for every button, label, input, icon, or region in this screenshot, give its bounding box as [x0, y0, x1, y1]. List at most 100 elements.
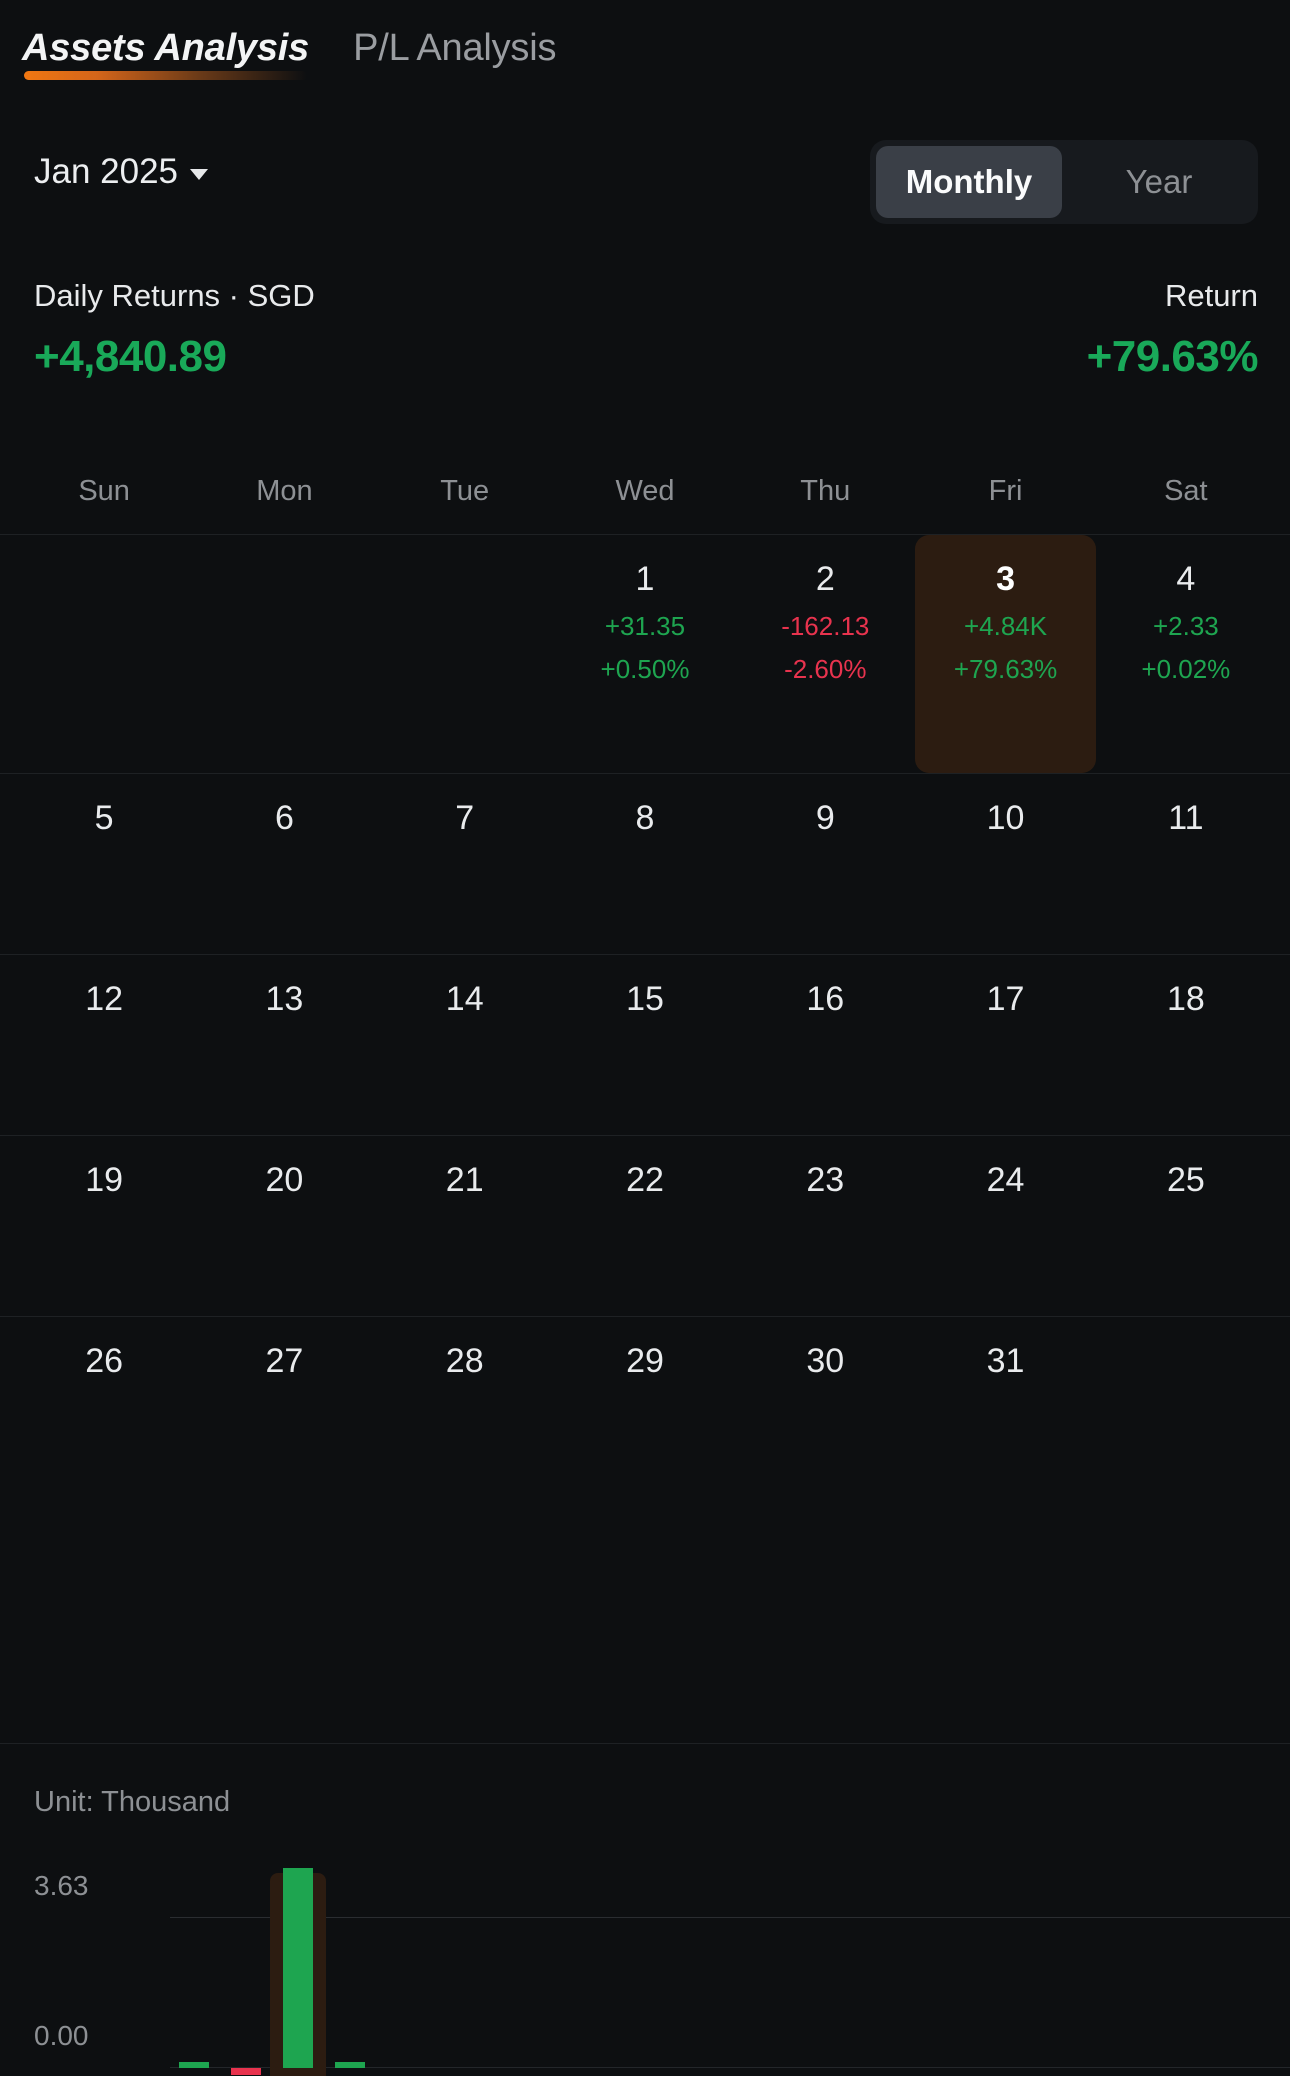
- calendar-day-cell[interactable]: 16: [735, 955, 915, 1135]
- calendar-day-number: 13: [265, 980, 304, 1018]
- calendar-day-cell[interactable]: 3 +4.84K +79.63%: [915, 535, 1096, 773]
- chart-ytick-label: 0.00: [34, 2020, 89, 2051]
- calendar-week-row: 1 +31.35 +0.50% 2 -162.13 -2.60% 3 +4.84K +79.63…: [0, 534, 1290, 773]
- calendar-day-number: 30: [806, 1342, 845, 1380]
- weekday-tue: Tue: [440, 474, 490, 507]
- chart-unit-label: Unit: Thousand: [34, 1786, 231, 1818]
- calendar-day-cell[interactable]: 8: [555, 774, 735, 954]
- calendar-day-number: 23: [806, 1161, 845, 1199]
- month-picker[interactable]: Jan 2025: [34, 152, 209, 192]
- tab-assets-analysis-label: Assets Analysis: [22, 27, 310, 69]
- chart-bar: [283, 1867, 313, 2068]
- calendar-day-cell[interactable]: 18: [1096, 955, 1276, 1135]
- calendar-day-cell[interactable]: 14: [375, 955, 555, 1135]
- calendar-day-cell[interactable]: 2 -162.13 -2.60%: [735, 535, 915, 773]
- calendar-day-cell[interactable]: 23: [735, 1136, 915, 1316]
- calendar-day-cell[interactable]: 4 +2.33 +0.02%: [1096, 535, 1276, 773]
- calendar-week-row: 26 27 28 29 30 31: [0, 1316, 1290, 1497]
- calendar-day-number: 22: [626, 1161, 664, 1199]
- calendar-day-number: 15: [626, 980, 664, 1018]
- calendar-day-number: 18: [1166, 980, 1205, 1018]
- calendar-day-cell[interactable]: 20: [194, 1136, 374, 1316]
- calendar-day-cell[interactable]: 9: [735, 774, 915, 954]
- calendar-empty-cell: [375, 535, 555, 773]
- calendar-day-number: 7: [455, 799, 475, 837]
- calendar-day-amount: +4.84K: [963, 611, 1048, 641]
- period-toggle-year[interactable]: Year: [1066, 146, 1252, 218]
- calendar-day-cell[interactable]: 11: [1096, 774, 1276, 954]
- tab-assets-analysis[interactable]: Assets Analysis: [22, 26, 309, 84]
- summary-row: Daily Returns · SGD +4,840.89 Return +79…: [0, 278, 1290, 398]
- weekday-sun: Sun: [78, 474, 130, 507]
- calendar-day-number: 27: [265, 1342, 304, 1380]
- daily-returns-value: +4,840.89: [34, 332, 227, 381]
- calendar-day-amount: +31.35: [604, 611, 686, 641]
- calendar-day-number: 26: [85, 1342, 124, 1380]
- analysis-tabbar: Assets Analysis P/L Analysis: [22, 26, 556, 84]
- calendar-day-cell[interactable]: 29: [555, 1317, 735, 1497]
- chart-bar: [231, 2068, 261, 2075]
- calendar-day-cell[interactable]: 19: [14, 1136, 194, 1316]
- calendar-day-cell[interactable]: 7: [375, 774, 555, 954]
- calendar-day-cell[interactable]: 13: [194, 955, 374, 1135]
- chart-bar: [335, 2062, 365, 2068]
- calendar-day-number: 28: [445, 1342, 484, 1380]
- weekday-sat: Sat: [1164, 474, 1208, 507]
- calendar-day-cell[interactable]: 1 +31.35 +0.50%: [555, 535, 735, 773]
- calendar-day-cell[interactable]: 27: [194, 1317, 374, 1497]
- calendar-day-cell[interactable]: 10: [915, 774, 1095, 954]
- active-tab-underline: [24, 71, 308, 80]
- calendar-week-row: 12 13 14 15 16 17 18: [0, 954, 1290, 1135]
- calendar-day-number: 3: [996, 560, 1016, 598]
- calendar-day-cell[interactable]: 6: [194, 774, 374, 954]
- calendar-day-percent: +0.02%: [1141, 654, 1231, 684]
- daily-returns-block: Daily Returns · SGD +4,840.89: [34, 278, 315, 382]
- calendar-day-number: 31: [986, 1342, 1025, 1380]
- calendar-day-cell[interactable]: 21: [375, 1136, 555, 1316]
- calendar-day-cell[interactable]: 28: [375, 1317, 555, 1497]
- calendar-day-number: 2: [815, 560, 835, 598]
- controls-row: Jan 2025 Monthly Year: [0, 140, 1290, 224]
- calendar-day-number: 21: [445, 1161, 484, 1199]
- calendar-day-cell[interactable]: 5: [14, 774, 194, 954]
- calendar-day-cell[interactable]: 22: [555, 1136, 735, 1316]
- calendar-day-cell[interactable]: 26: [14, 1317, 194, 1497]
- calendar-day-cell[interactable]: 12: [14, 955, 194, 1135]
- calendar-day-cell[interactable]: 15: [555, 955, 735, 1135]
- chart-bar-column[interactable]: [220, 1863, 272, 2076]
- calendar-day-percent: -2.60%: [784, 654, 867, 684]
- calendar-day-number: 10: [986, 799, 1025, 837]
- calendar-day-number: 5: [94, 799, 114, 837]
- weekday-thu: Thu: [800, 474, 851, 507]
- tab-pl-analysis[interactable]: P/L Analysis: [353, 26, 556, 84]
- calendar-day-percent: +79.63%: [953, 654, 1058, 684]
- return-label: Return: [1164, 278, 1258, 313]
- calendar-day-number: 20: [265, 1161, 304, 1199]
- calendar-day-number: 14: [445, 980, 484, 1018]
- return-block: Return +79.63%: [1087, 278, 1259, 382]
- calendar-day-number: 17: [986, 980, 1025, 1018]
- calendar-week-row: 5 6 7 8 9 10 11: [0, 773, 1290, 954]
- daily-returns-label: Daily Returns · SGD: [34, 278, 315, 313]
- period-toggle: Monthly Year: [870, 140, 1258, 224]
- calendar-day-amount: +2.33: [1152, 611, 1219, 641]
- tab-pl-analysis-label: P/L Analysis: [353, 27, 557, 69]
- daily-returns-chart: Unit: Thousand 3.63 0.00: [0, 1743, 1290, 2076]
- weekday-fri: Fri: [988, 474, 1023, 507]
- calendar-day-number: 19: [85, 1161, 124, 1199]
- chart-bar-column[interactable]: [270, 1863, 326, 2076]
- chart-bar-column[interactable]: [168, 1863, 220, 2076]
- calendar-day-number: 4: [1176, 560, 1196, 598]
- calendar-day-number: 1: [635, 560, 655, 598]
- calendar-weeks: 1 +31.35 +0.50% 2 -162.13 -2.60% 3 +4.84K +79.63…: [0, 534, 1290, 1497]
- calendar-day-cell[interactable]: 25: [1096, 1136, 1276, 1316]
- weekday-mon: Mon: [256, 474, 313, 507]
- chart-bar-column[interactable]: [324, 1863, 376, 2076]
- calendar-day-cell[interactable]: 31: [915, 1317, 1095, 1497]
- period-toggle-monthly[interactable]: Monthly: [876, 146, 1062, 218]
- calendar-day-number: 16: [806, 980, 845, 1018]
- calendar-day-cell[interactable]: 24: [915, 1136, 1095, 1316]
- calendar-empty-cell: [1096, 1317, 1276, 1497]
- calendar-day-cell[interactable]: 17: [915, 955, 1095, 1135]
- calendar-day-cell[interactable]: 30: [735, 1317, 915, 1497]
